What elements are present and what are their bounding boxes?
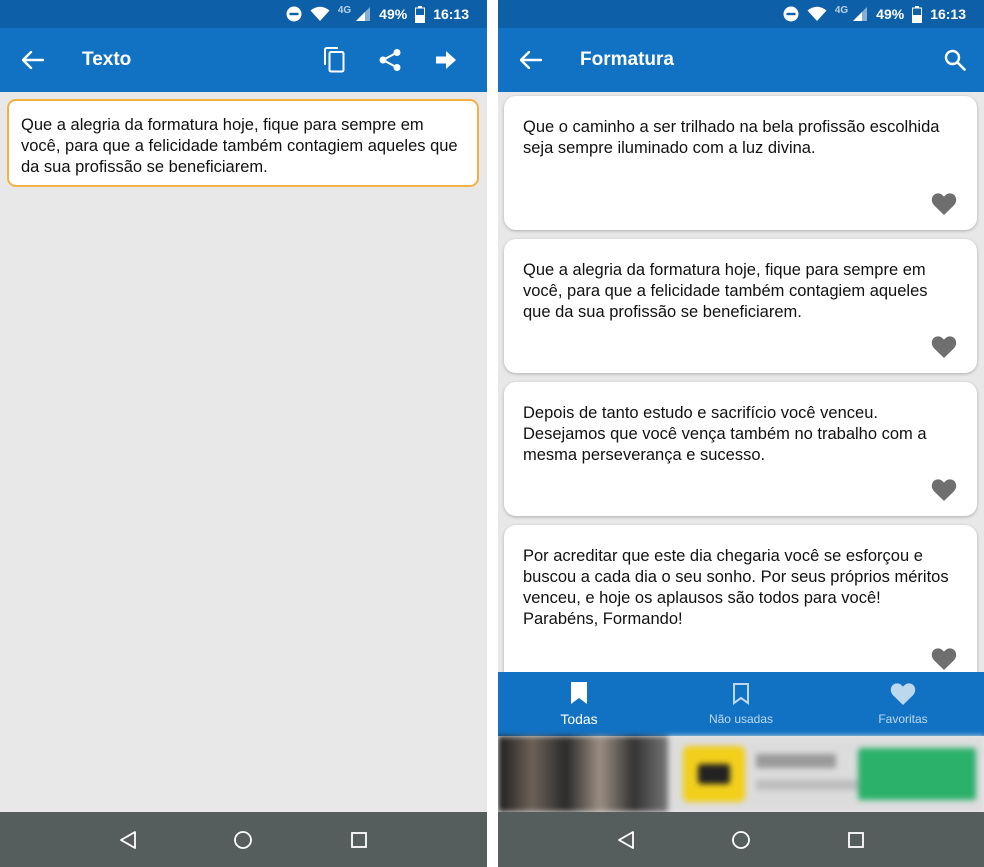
page-title: Texto xyxy=(82,49,132,70)
tab-todas[interactable]: Todas xyxy=(498,672,660,736)
page-title: Formatura xyxy=(580,49,674,70)
wifi-icon xyxy=(310,6,330,22)
messages-list[interactable]: Que o caminho a ser trilhado na bela pro… xyxy=(498,92,984,672)
search-icon xyxy=(944,49,966,71)
network-type: 4G xyxy=(834,4,849,16)
message-text: Que a alegria da formatura hoje, fique p… xyxy=(523,261,928,321)
battery-icon xyxy=(415,5,426,23)
battery-percent: 49% xyxy=(379,6,408,22)
share-icon xyxy=(379,49,401,71)
tab-favoritas[interactable]: Favoritas xyxy=(822,672,984,736)
next-button[interactable] xyxy=(431,45,461,75)
message-card[interactable]: Que a alegria da formatura hoje, fique p… xyxy=(504,239,977,373)
arrow-left-icon xyxy=(520,51,542,69)
signal-icon xyxy=(355,6,371,22)
message-text: Que o caminho a ser trilhado na bela pro… xyxy=(523,118,940,157)
tab-label: Não usadas xyxy=(708,712,774,726)
nav-home-button[interactable] xyxy=(228,825,258,855)
ad-title-blurred xyxy=(756,754,836,768)
ad-banner[interactable] xyxy=(498,736,984,812)
ad-subtitle-blurred xyxy=(756,780,866,790)
clock: 16:13 xyxy=(930,6,966,22)
message-card[interactable]: Que o caminho a ser trilhado na bela pro… xyxy=(504,96,977,230)
do-not-disturb-icon xyxy=(286,6,302,22)
battery-percent: 49% xyxy=(876,6,905,22)
status-bar: 4G 49% 16:13 xyxy=(0,0,487,28)
nav-recents-button[interactable] xyxy=(841,825,871,855)
phone-right-screen: 4G 49% 16:13 Formatura Que o caminho a s… xyxy=(498,0,984,867)
nav-back-button[interactable] xyxy=(611,825,641,855)
square-recents-icon xyxy=(848,831,865,848)
arrow-right-icon xyxy=(436,51,456,69)
heart-icon[interactable] xyxy=(931,647,957,671)
signal-icon xyxy=(852,6,868,22)
bookmark-outline-icon xyxy=(732,682,750,706)
do-not-disturb-icon xyxy=(783,6,799,22)
back-button[interactable] xyxy=(516,45,546,75)
triangle-back-icon xyxy=(617,830,634,849)
app-bar: Formatura xyxy=(498,28,984,92)
message-card[interactable]: Depois de tanto estudo e sacrifício você… xyxy=(504,382,977,516)
copy-button[interactable] xyxy=(319,45,349,75)
tab-nao-usadas[interactable]: Não usadas xyxy=(660,672,822,736)
heart-icon xyxy=(890,682,916,706)
ad-logo-mark xyxy=(698,764,730,784)
selected-text-card[interactable]: Que a alegria da formatura hoje, fique p… xyxy=(7,99,479,187)
system-nav-bar xyxy=(498,812,984,867)
tab-label: Favoritas xyxy=(878,712,928,726)
bookmark-filled-icon xyxy=(570,681,588,705)
system-nav-bar xyxy=(0,812,487,867)
bottom-tabs: Todas Não usadas Favoritas xyxy=(498,672,984,736)
tab-label: Todas xyxy=(560,711,598,727)
triangle-back-icon xyxy=(119,830,136,849)
arrow-left-icon xyxy=(22,51,44,69)
copy-icon xyxy=(324,47,345,73)
nav-recents-button[interactable] xyxy=(344,825,374,855)
phone-left-screen: 4G 49% 16:13 Texto Que a alegria da form… xyxy=(0,0,487,867)
square-recents-icon xyxy=(351,831,368,848)
nav-back-button[interactable] xyxy=(113,825,143,855)
heart-icon[interactable] xyxy=(931,335,957,359)
network-type: 4G xyxy=(337,4,352,16)
app-bar: Texto xyxy=(0,28,487,92)
message-card[interactable]: Por acreditar que este dia chegaria você… xyxy=(504,525,977,672)
ad-image xyxy=(498,736,668,812)
nav-home-button[interactable] xyxy=(726,825,756,855)
message-text: Por acreditar que este dia chegaria você… xyxy=(523,547,949,628)
share-button[interactable] xyxy=(375,45,405,75)
status-bar: 4G 49% 16:13 xyxy=(498,0,984,28)
battery-icon xyxy=(912,5,923,23)
circle-home-icon xyxy=(732,830,750,849)
ad-cta-button[interactable] xyxy=(858,748,976,800)
back-button[interactable] xyxy=(18,45,48,75)
circle-home-icon xyxy=(234,830,253,849)
clock: 16:13 xyxy=(433,6,469,22)
heart-icon[interactable] xyxy=(931,478,957,502)
message-text: Depois de tanto estudo e sacrifício você… xyxy=(523,404,927,464)
search-button[interactable] xyxy=(940,45,970,75)
heart-icon[interactable] xyxy=(931,192,957,216)
wifi-icon xyxy=(807,6,827,22)
